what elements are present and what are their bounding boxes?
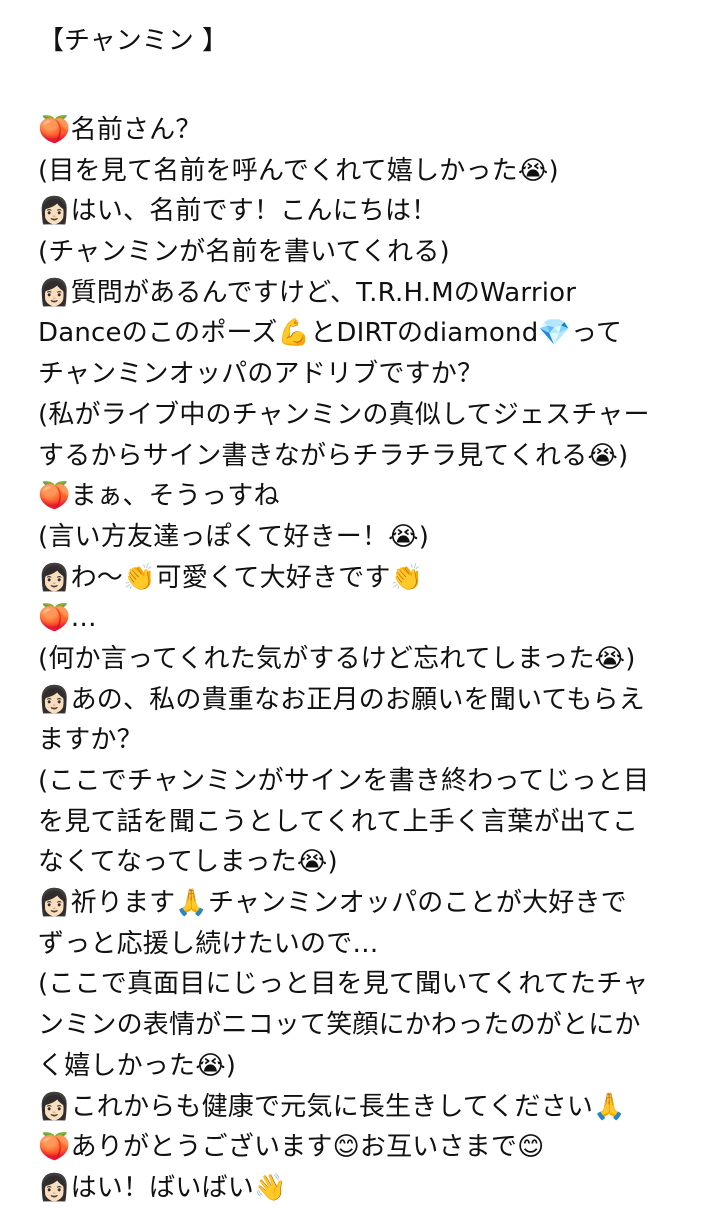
dialogue-line-7: チャンミンオッパのアドリブですか？ bbox=[38, 359, 484, 390]
memo-document: 【チャンミン 】 🍑名前さん？ (目を見て名前を呼んでくれて嬉しかった😭) 👩🏻… bbox=[38, 18, 688, 1209]
dialogue-line-18: を見て話を聞こうとしてくれて上手く言葉が出てこ bbox=[38, 806, 639, 837]
dialogue-line-21: ずっと応援し続けたいので… bbox=[38, 928, 379, 959]
dialogue-line-15: 👩🏻あの、私の貴重なお正月のお願いを聞いてもらえ bbox=[38, 684, 645, 715]
dialogue-lines: 🍑名前さん？ (目を見て名前を呼んでくれて嬉しかった😭) 👩🏻はい、名前です！こ… bbox=[38, 110, 688, 1209]
dialogue-line-25: 👩🏻これからも健康で元気に長生きしてください🙏 bbox=[38, 1091, 626, 1122]
dialogue-line-14: (何か言ってくれた気がするけど忘れてしまった😭) bbox=[38, 643, 636, 674]
dialogue-line-8: (私がライブ中のチャンミンの真似してジェスチャー bbox=[38, 399, 650, 430]
dialogue-line-6: Danceのこのポーズ💪とDIRTのdiamond💎って bbox=[38, 318, 623, 349]
dialogue-line-16: ますか？ bbox=[38, 725, 143, 756]
dialogue-line-5: 👩🏻質問があるんですけど、T.R.H.MのWarrior bbox=[38, 277, 577, 308]
dialogue-line-20: 👩🏻祈ります🙏チャンミンオッパのことが大好きで bbox=[38, 888, 627, 919]
dialogue-line-26: 🍑ありがとうございます😊お互いさまで😊 bbox=[38, 1132, 545, 1163]
dialogue-line-27: 👩🏻はい！ばいばい👋 bbox=[38, 1172, 287, 1203]
dialogue-line-4: (チャンミンが名前を書いてくれる) bbox=[38, 237, 450, 268]
dialogue-line-13: 🍑… bbox=[38, 603, 97, 634]
dialogue-line-3: 👩🏻はい、名前です！こんにちは！ bbox=[38, 196, 438, 227]
dialogue-line-24: く嬉しかった😭) bbox=[38, 1050, 237, 1081]
dialogue-line-1: 🍑名前さん？ bbox=[38, 115, 202, 145]
dialogue-line-17: (ここでチャンミンがサインを書き終わってじっと目 bbox=[38, 766, 650, 796]
dialogue-line-9: するからサイン書きながらチラチラ見てくれる😭) bbox=[38, 440, 629, 471]
dialogue-line-2: (目を見て名前を呼んでくれて嬉しかった😭) bbox=[38, 155, 559, 186]
dialogue-line-11: (言い方友達っぽくて好きー！😭) bbox=[38, 521, 430, 552]
memo-title: 【チャンミン 】 bbox=[38, 26, 229, 56]
dialogue-line-22: (ここで真面目にじっと目を見て聞いてくれてたチャ bbox=[38, 969, 649, 1000]
dialogue-line-23: ンミンの表情がニコッて笑顔にかわったのがとにか bbox=[38, 1010, 641, 1041]
dialogue-line-10: 🍑まぁ、そうっすね bbox=[38, 481, 280, 512]
dialogue-line-12: 👩🏻わ〜👏可愛くて大好きです👏 bbox=[38, 562, 424, 593]
dialogue-line-19: なくてなってしまった😭) bbox=[38, 847, 338, 878]
